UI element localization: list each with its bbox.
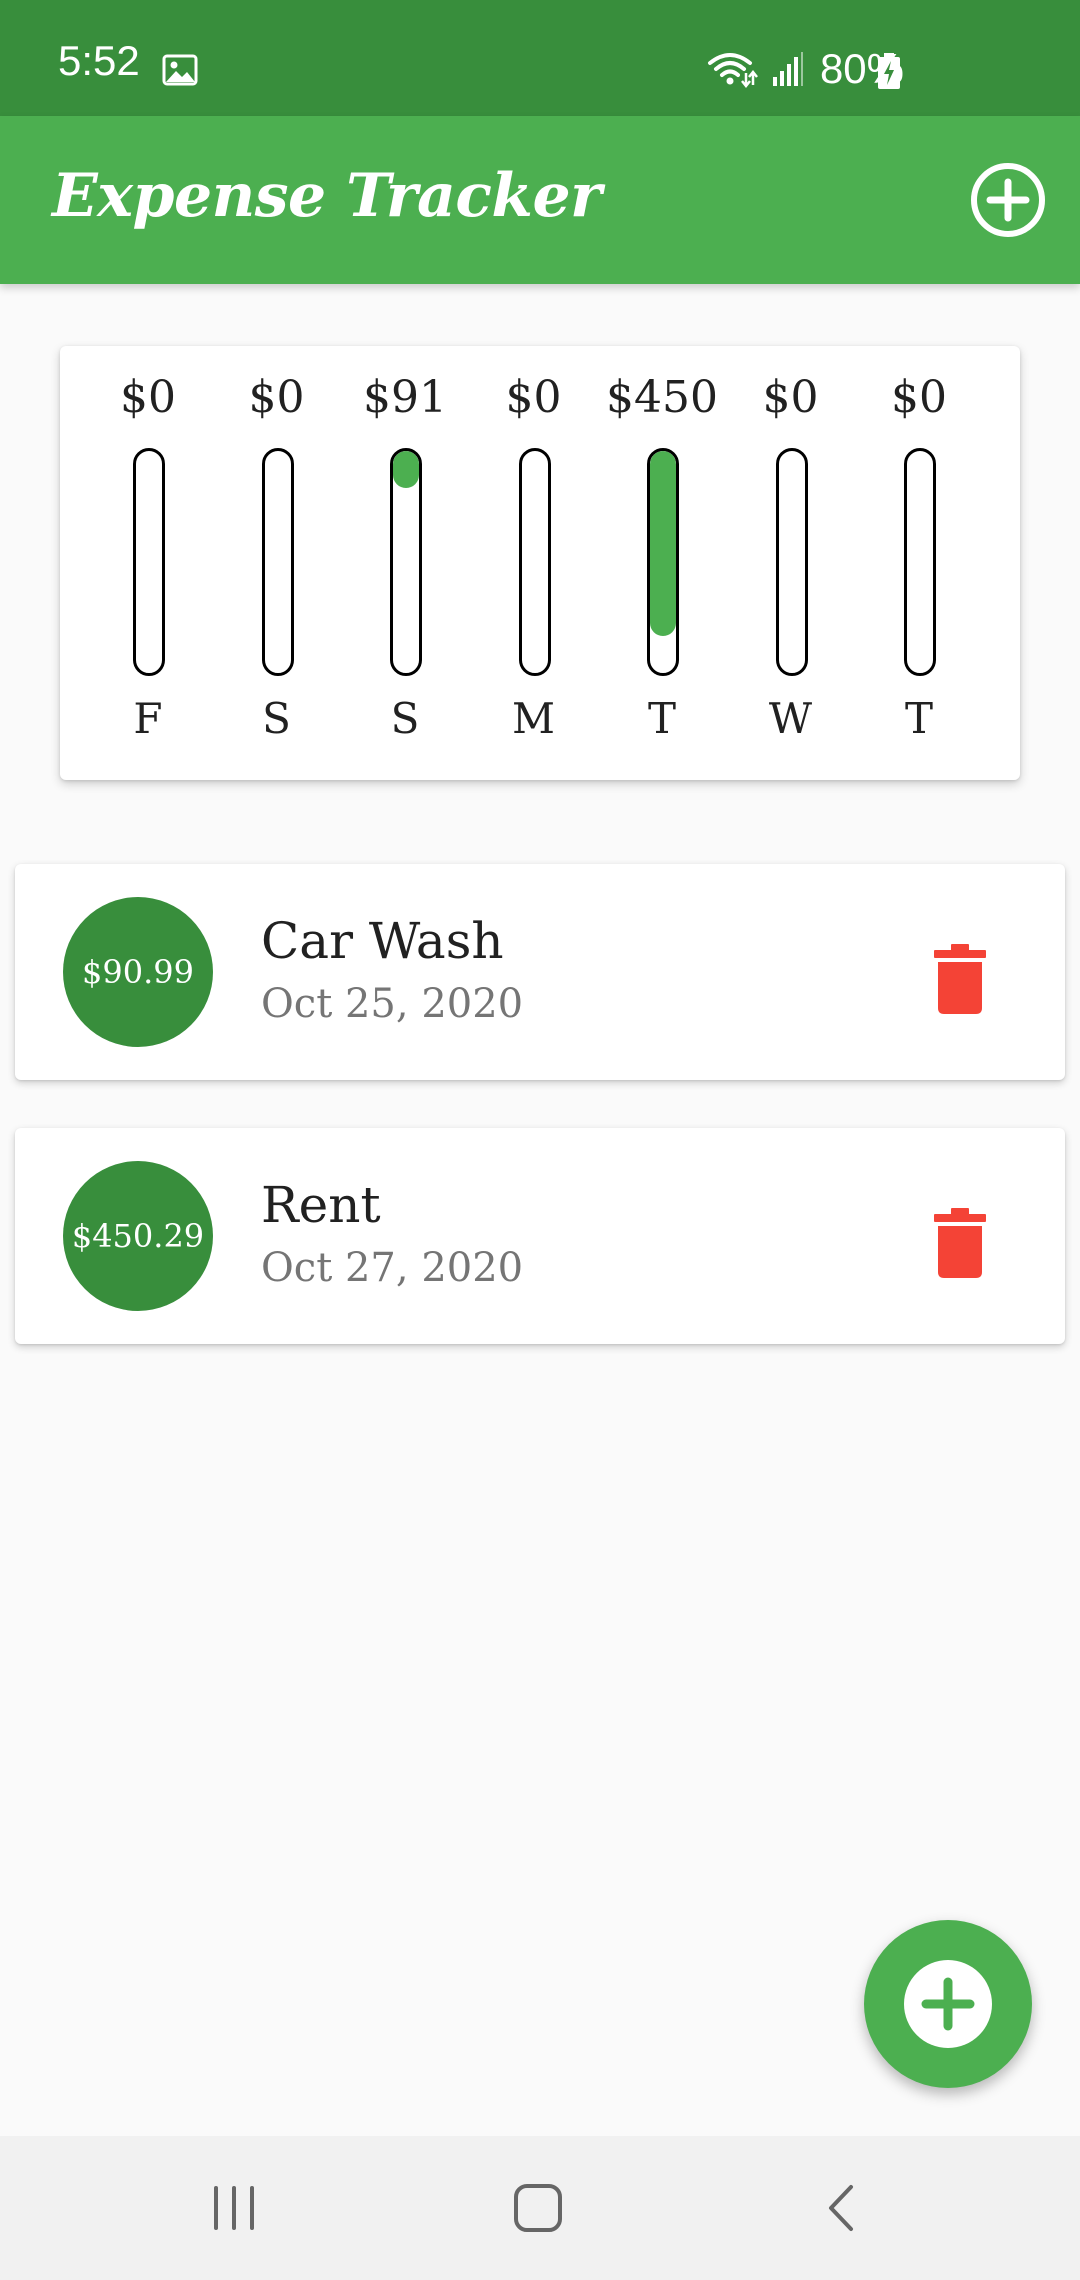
add-circle-icon[interactable] xyxy=(968,160,1048,240)
chart-bar-column: $0 W xyxy=(726,346,856,780)
trash-icon xyxy=(934,1208,986,1278)
app-bar: Expense Tracker xyxy=(0,116,1080,284)
gallery-icon xyxy=(162,54,198,86)
transaction-card: $90.99 Car Wash Oct 25, 2020 xyxy=(15,864,1065,1080)
chart-bar-column: $0 T xyxy=(854,346,984,780)
bar-track xyxy=(647,448,679,676)
bar-amount-label: $0 xyxy=(248,372,305,423)
chart-bar-column: $450 T xyxy=(597,346,727,780)
back-button[interactable] xyxy=(800,2176,880,2240)
trash-icon xyxy=(934,944,986,1014)
delete-button[interactable] xyxy=(915,1198,1005,1288)
amount-text: $90.99 xyxy=(82,953,194,991)
bar-day-label: M xyxy=(511,694,555,743)
status-time: 5:52 xyxy=(58,37,140,84)
amount-text: $450.29 xyxy=(71,1217,205,1255)
wifi-icon xyxy=(707,53,758,89)
bar-fill xyxy=(393,451,419,488)
amount-badge: $90.99 xyxy=(63,897,213,1047)
transaction-card: $450.29 Rent Oct 27, 2020 xyxy=(15,1128,1065,1344)
bar-day-label: S xyxy=(262,694,291,743)
bar-day-label: F xyxy=(133,694,163,743)
transaction-date: Oct 27, 2020 xyxy=(261,1245,524,1291)
app-title: Expense Tracker xyxy=(52,161,602,231)
bar-fill xyxy=(650,451,676,636)
bar-amount-label: $0 xyxy=(120,372,176,423)
bar-amount-label: $0 xyxy=(762,372,819,423)
bar-track xyxy=(390,448,422,676)
transaction-title: Car Wash xyxy=(261,912,504,970)
bar-amount-label: $450 xyxy=(606,372,718,423)
bar-track xyxy=(133,448,165,676)
bar-amount-label: $0 xyxy=(891,372,947,423)
bar-track xyxy=(904,448,936,676)
back-icon xyxy=(829,2185,853,2231)
recent-apps-icon xyxy=(214,2186,254,2230)
signal-icon xyxy=(772,52,803,86)
bar-day-label: S xyxy=(390,694,420,743)
bar-day-label: W xyxy=(768,694,813,743)
bar-amount-label: $0 xyxy=(505,372,562,423)
system-nav-bar xyxy=(0,2136,1080,2280)
chart-bar-column: $0 S xyxy=(212,346,342,780)
weekly-chart: $0 F $0 S $91 S $0 M $450 T $0 W $0 T xyxy=(60,346,1020,780)
bar-track xyxy=(518,448,551,676)
bar-amount-label: $91 xyxy=(363,372,447,423)
amount-badge: $450.29 xyxy=(63,1161,213,1311)
chart-bar-column: $0 F xyxy=(83,346,213,780)
bar-track xyxy=(775,448,808,676)
bar-track xyxy=(261,448,294,676)
bar-day-label: T xyxy=(904,694,933,743)
status-indicators: 80% xyxy=(706,48,904,90)
transaction-date: Oct 25, 2020 xyxy=(261,981,524,1027)
status-bar: 5:52 80% xyxy=(0,0,1080,116)
home-icon xyxy=(514,2184,562,2232)
home-button[interactable] xyxy=(498,2176,578,2240)
recent-apps-button[interactable] xyxy=(194,2176,274,2240)
bar-day-label: T xyxy=(647,694,676,743)
transaction-title: Rent xyxy=(261,1176,381,1234)
battery-charging-icon xyxy=(878,53,900,89)
add-icon xyxy=(904,1960,992,2048)
chart-bar-column: $91 S xyxy=(340,346,470,780)
add-transaction-fab[interactable] xyxy=(864,1920,1032,2088)
chart-bar-column: $0 M xyxy=(469,346,599,780)
delete-button[interactable] xyxy=(915,934,1005,1024)
